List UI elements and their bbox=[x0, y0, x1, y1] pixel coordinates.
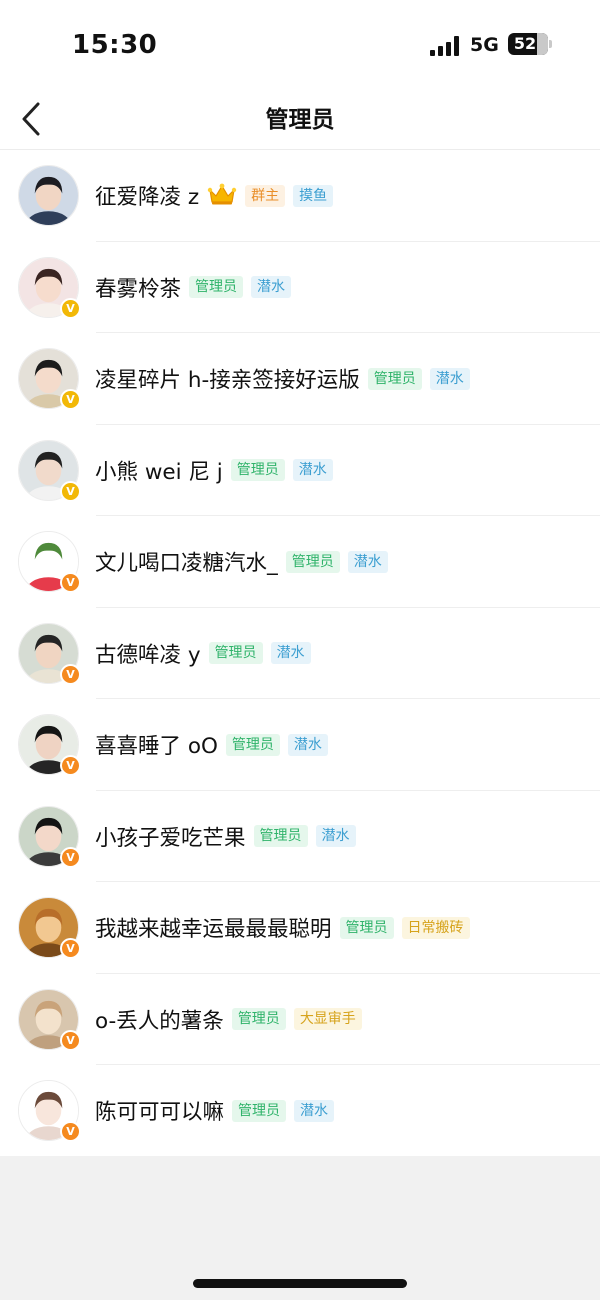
member-name: 征爱降凌 z bbox=[95, 185, 200, 210]
admin-tag: 管理员 bbox=[189, 276, 244, 298]
member-row[interactable]: V 小孩子爱吃芒果 管理员 潜水 bbox=[0, 791, 600, 883]
owner-tag: 群主 bbox=[245, 184, 286, 207]
avatar[interactable] bbox=[18, 165, 79, 226]
member-title-tag: 潜水 bbox=[287, 733, 328, 756]
member-info: 凌星碎片 h-接亲签接好运版 管理员 潜水 bbox=[95, 333, 470, 424]
verified-badge-icon: V bbox=[60, 572, 81, 593]
member-name: 小熊 wei 尼 j bbox=[95, 459, 223, 485]
member-row[interactable]: V 小熊 wei 尼 j 管理员 潜水 bbox=[0, 425, 600, 517]
admin-tag: 管理员 bbox=[230, 459, 285, 481]
member-name: 陈可可可以嘛 bbox=[95, 1100, 225, 1125]
home-indicator[interactable] bbox=[193, 1279, 407, 1288]
member-info: 古德哞凌 y 管理员 潜水 bbox=[95, 608, 311, 699]
member-row[interactable]: V 我越来越幸运最最最聪明 管理员 日常搬砖 bbox=[0, 882, 600, 974]
member-info: 我越来越幸运最最最聪明 管理员 日常搬砖 bbox=[95, 882, 470, 973]
member-info: 陈可可可以嘛 管理员 潜水 bbox=[95, 1065, 335, 1156]
network-label: 5G bbox=[470, 34, 499, 56]
member-info: 小孩子爱吃芒果 管理员 潜水 bbox=[95, 791, 356, 882]
admin-tag: 管理员 bbox=[285, 550, 340, 573]
admin-tag: 管理员 bbox=[232, 1099, 287, 1122]
member-title-tag: 潜水 bbox=[270, 642, 311, 664]
member-list: 征爱降凌 z 群主 摸鱼 V 春雾柃茶 管理员 潜水 V 凌星碎片 h-接亲签接好运版 管理员 潜水… bbox=[0, 150, 600, 1157]
member-title-tag: 潜水 bbox=[347, 550, 388, 573]
member-row[interactable]: V 喜喜睡了 oO 管理员 潜水 bbox=[0, 699, 600, 791]
member-name: o-丢人的薯条 bbox=[95, 1008, 224, 1034]
admin-tag: 管理员 bbox=[367, 367, 422, 390]
member-row[interactable]: 征爱降凌 z 群主 摸鱼 bbox=[0, 150, 600, 242]
member-title-tag: 日常搬砖 bbox=[401, 916, 470, 939]
member-info: 征爱降凌 z 群主 摸鱼 bbox=[95, 150, 334, 241]
member-name: 小孩子爱吃芒果 bbox=[95, 825, 246, 851]
member-info: o-丢人的薯条 管理员 大显审手 bbox=[95, 974, 362, 1065]
verified-badge-icon: V bbox=[60, 846, 81, 868]
member-info: 文儿喝口凌糖汽水_ 管理员 潜水 bbox=[95, 516, 388, 607]
verified-badge-icon: V bbox=[60, 1121, 81, 1142]
member-name: 凌星碎片 h-接亲签接好运版 bbox=[95, 368, 360, 393]
member-row[interactable]: V 陈可可可以嘛 管理员 潜水 bbox=[0, 1065, 600, 1157]
status-bar: 15:30 5G 52 bbox=[0, 0, 600, 90]
admin-tag: 管理员 bbox=[339, 916, 394, 939]
member-title-tag: 潜水 bbox=[315, 825, 356, 847]
member-title-tag: 潜水 bbox=[429, 367, 470, 390]
verified-badge-icon: V bbox=[60, 297, 81, 319]
admin-tag: 管理员 bbox=[208, 642, 263, 664]
member-row[interactable]: V 凌星碎片 h-接亲签接好运版 管理员 潜水 bbox=[0, 333, 600, 425]
verified-badge-icon: V bbox=[60, 663, 81, 685]
member-title-tag: 潜水 bbox=[292, 459, 333, 481]
member-name: 春雾柃茶 bbox=[95, 276, 182, 302]
battery-icon: 52 bbox=[508, 33, 548, 55]
verified-badge-icon: V bbox=[60, 389, 81, 410]
member-title-tag: 大显审手 bbox=[293, 1008, 362, 1030]
crown-icon bbox=[199, 182, 237, 210]
admin-tag: 管理员 bbox=[231, 1008, 286, 1030]
page-title: 管理员 bbox=[265, 107, 335, 133]
signal-bars-icon bbox=[430, 36, 462, 56]
member-info: 喜喜睡了 oO 管理员 潜水 bbox=[95, 699, 328, 790]
verified-badge-icon: V bbox=[60, 755, 81, 776]
member-title-tag: 潜水 bbox=[251, 276, 292, 298]
battery-level: 52 bbox=[513, 34, 537, 53]
member-row[interactable]: V 古德哞凌 y 管理员 潜水 bbox=[0, 608, 600, 700]
member-row[interactable]: V 春雾柃茶 管理员 潜水 bbox=[0, 242, 600, 334]
verified-badge-icon: V bbox=[60, 480, 81, 502]
member-info: 小熊 wei 尼 j 管理员 潜水 bbox=[95, 425, 333, 516]
verified-badge-icon: V bbox=[60, 938, 81, 959]
verified-badge-icon: V bbox=[60, 1029, 81, 1051]
battery-cap bbox=[549, 40, 552, 48]
member-name: 喜喜睡了 oO bbox=[95, 734, 218, 759]
member-info: 春雾柃茶 管理员 潜水 bbox=[95, 242, 292, 333]
member-name: 古德哞凌 y bbox=[95, 642, 201, 668]
status-time: 15:30 bbox=[72, 30, 158, 60]
member-row[interactable]: Vo-丢人的薯条 管理员 大显审手 bbox=[0, 974, 600, 1066]
nav-header: 管理员 bbox=[0, 90, 600, 150]
member-title-tag: 摸鱼 bbox=[293, 184, 334, 207]
member-name: 文儿喝口凌糖汽水_ bbox=[95, 551, 278, 576]
admin-tag: 管理员 bbox=[225, 733, 280, 756]
admin-tag: 管理员 bbox=[253, 825, 308, 847]
member-name: 我越来越幸运最最最聪明 bbox=[95, 917, 332, 942]
screen: 15:30 5G 52 管理员 征爱降凌 z 群主 摸鱼 V 春雾柃茶 管理员 潜水 V 凌星碎… bbox=[0, 0, 600, 1300]
member-title-tag: 潜水 bbox=[294, 1099, 335, 1122]
member-row[interactable]: V 文儿喝口凌糖汽水_ 管理员 潜水 bbox=[0, 516, 600, 608]
